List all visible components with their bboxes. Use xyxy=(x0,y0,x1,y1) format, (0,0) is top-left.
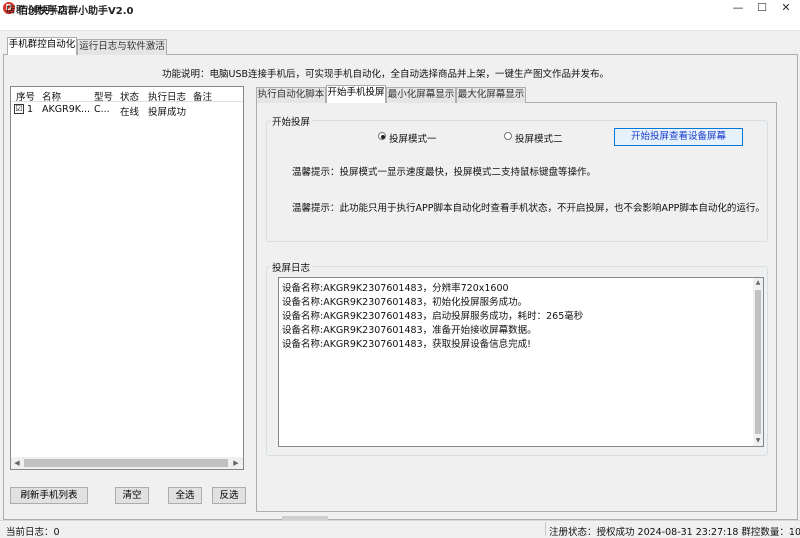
status-divider xyxy=(545,522,546,536)
scroll-left-icon[interactable]: ◀ xyxy=(12,457,22,469)
menu-item-assistant[interactable]: 店群小助手(Z) xyxy=(6,2,67,16)
row-device-log: 投屏成功 xyxy=(148,107,187,118)
cast-log-group-title: 投屏日志 xyxy=(270,260,313,274)
maximize-button[interactable]: ☐ xyxy=(750,0,774,16)
tab-log-activation[interactable]: 运行日志与软件激活 xyxy=(77,39,167,55)
horizontal-scroll-thumb[interactable] xyxy=(24,459,228,467)
row-device-status: 在线 xyxy=(120,107,140,118)
log-line: 设备名称:AKGR9K2307601483，初始化投屏服务成功。 xyxy=(282,297,528,308)
log-line: 设备名称:AKGR9K2307601483，分辨率720x1600 xyxy=(282,283,509,294)
tip-text-2: 温馨提示：此功能只用于执行APP脚本自动化时查看手机状态，不开启投屏，也不会影响… xyxy=(292,203,765,214)
cast-mode-2-radio[interactable] xyxy=(504,132,512,140)
device-list[interactable] xyxy=(10,86,244,470)
invert-selection-button[interactable]: 反选 xyxy=(212,487,246,504)
tab-start-cast[interactable]: 开始手机投屏 xyxy=(326,85,386,103)
feature-description: 功能说明：电脑USB连接手机后，可实现手机自动化，全自动选择商品并上架，一键生产… xyxy=(162,69,610,80)
scroll-down-icon[interactable]: ▼ xyxy=(753,436,763,446)
tab-maximize-display[interactable]: 最大化屏幕显示 xyxy=(456,87,526,103)
cast-mode-1-label[interactable]: 投屏模式一 xyxy=(389,131,437,145)
tab-phone-control[interactable]: 手机群控自动化 xyxy=(7,37,77,55)
scroll-right-icon[interactable]: ▶ xyxy=(231,457,241,469)
row-device-name: AKGR9K... xyxy=(42,104,91,115)
row-index: 1 xyxy=(27,104,34,115)
column-header-status[interactable]: 状态 xyxy=(120,89,139,103)
column-header-name[interactable]: 名称 xyxy=(42,89,61,103)
column-header-model[interactable]: 型号 xyxy=(94,89,113,103)
minimize-button[interactable]: — xyxy=(726,0,750,16)
radio-selected-dot-icon xyxy=(381,135,385,139)
log-line: 设备名称:AKGR9K2307601483，获取投屏设备信息完成! xyxy=(282,339,531,350)
start-cast-group-title: 开始投屏 xyxy=(270,114,313,128)
log-line: 设备名称:AKGR9K2307601483，准备开始接收屏幕数据。 xyxy=(282,325,537,336)
vertical-scroll-thumb[interactable] xyxy=(755,290,761,434)
tab-minimize-display[interactable]: 最小化屏幕显示 xyxy=(386,87,456,103)
tip-text-1: 温馨提示：投屏模式一显示速度最快，投屏模式二支持鼠标键盘等操作。 xyxy=(292,167,597,178)
current-log-count: 当前日志：0 xyxy=(6,527,60,538)
start-cast-button[interactable]: 开始投屏查看设备屏幕 xyxy=(614,128,743,146)
column-header-note[interactable]: 备注 xyxy=(193,89,212,103)
registration-status: 注册状态：授权成功 2024-08-31 23:27:18 群控数量：1001台 xyxy=(549,527,800,538)
log-line: 设备名称:AKGR9K2307601483，启动投屏服务成功，耗时：265毫秒 xyxy=(282,311,584,322)
menu-bar xyxy=(0,16,800,31)
scroll-up-icon[interactable]: ▲ xyxy=(753,278,763,288)
tab-run-script[interactable]: 执行自动化脚本 xyxy=(256,87,326,103)
clear-button[interactable]: 清空 xyxy=(115,487,149,504)
cast-mode-2-label[interactable]: 投屏模式二 xyxy=(515,131,563,145)
column-header-index[interactable]: 序号 xyxy=(16,89,35,103)
refresh-list-button[interactable]: 刷新手机列表 xyxy=(10,487,88,504)
close-button[interactable]: ✕ xyxy=(774,0,798,16)
row-checkbox[interactable]: ☑ xyxy=(14,104,24,114)
row-device-model: C... xyxy=(94,104,110,115)
column-header-log[interactable]: 执行日志 xyxy=(148,89,186,103)
resize-grip-icon[interactable]: ⋰ xyxy=(788,526,796,535)
select-all-button[interactable]: 全选 xyxy=(168,487,202,504)
